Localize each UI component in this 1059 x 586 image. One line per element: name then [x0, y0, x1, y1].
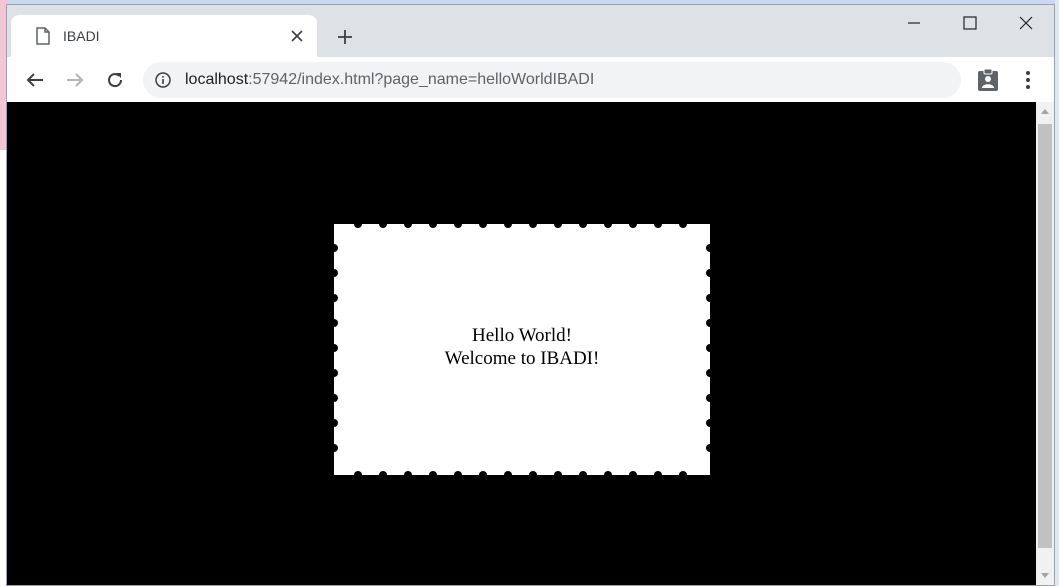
- more-vertical-icon: [1026, 71, 1030, 89]
- stamp-card: Hello World! Welcome to IBADI!: [334, 224, 710, 475]
- greeting-text: Hello World! Welcome to IBADI!: [334, 324, 710, 370]
- perforation-8: [454, 224, 462, 228]
- arrow-left-icon: [26, 73, 43, 87]
- tab-active[interactable]: IBADI: [11, 15, 317, 57]
- perforation-23: [629, 471, 637, 475]
- tab-title: IBADI: [63, 28, 100, 44]
- perforation-3: [379, 471, 387, 475]
- maximize-button[interactable]: [947, 7, 993, 39]
- reload-icon: [108, 73, 123, 88]
- perforation-41: [706, 394, 710, 402]
- perforation-25: [654, 471, 662, 475]
- browser-window: IBADI localhost:57942/index.html?page_na…: [6, 4, 1055, 586]
- desktop-background-right: [1055, 0, 1059, 586]
- perforation-7: [429, 471, 437, 475]
- menu-button[interactable]: [1013, 65, 1043, 95]
- browser-toolbar: localhost:57942/index.html?page_name=hel…: [7, 57, 1054, 104]
- perforation-5: [404, 471, 412, 475]
- perforation-39: [706, 369, 710, 377]
- perforation-31: [706, 269, 710, 277]
- perforation-0: [354, 224, 362, 228]
- perforation-1: [354, 471, 362, 475]
- forward-button[interactable]: [59, 64, 91, 96]
- url-path: :57942/index.html?page_name=helloWorldIB…: [248, 71, 595, 88]
- perforation-10: [479, 224, 487, 228]
- perforation-20: [604, 224, 612, 228]
- perforation-4: [404, 224, 412, 228]
- arrow-right-icon: [67, 73, 84, 87]
- perforation-45: [706, 444, 710, 452]
- url-host: localhost: [185, 71, 249, 88]
- minimize-icon: [908, 22, 920, 24]
- perforation-24: [654, 224, 662, 228]
- perforation-6: [429, 224, 437, 228]
- perforation-33: [706, 294, 710, 302]
- close-window-button[interactable]: [1003, 7, 1049, 39]
- perforation-21: [604, 471, 612, 475]
- reload-button[interactable]: [99, 64, 131, 96]
- welcome-line: Welcome to IBADI!: [444, 348, 600, 369]
- perforation-15: [529, 471, 537, 475]
- perforation-18: [579, 224, 587, 228]
- perforation-44: [334, 444, 338, 452]
- perforation-19: [579, 471, 587, 475]
- perforation-2: [379, 224, 387, 228]
- perforation-42: [334, 419, 338, 427]
- back-button[interactable]: [19, 64, 51, 96]
- perforation-40: [334, 394, 338, 402]
- scroll-up-arrow-icon[interactable]: [1036, 102, 1054, 120]
- clipboard-person-icon: [978, 68, 998, 91]
- vertical-scrollbar[interactable]: [1036, 102, 1054, 585]
- perforation-26: [679, 224, 687, 228]
- perforation-27: [679, 471, 687, 475]
- perforation-16: [554, 224, 562, 228]
- address-bar[interactable]: localhost:57942/index.html?page_name=hel…: [143, 62, 961, 98]
- perforation-13: [504, 471, 512, 475]
- perforation-38: [334, 369, 338, 377]
- perforation-28: [334, 244, 338, 252]
- url-text: localhost:57942/index.html?page_name=hel…: [185, 71, 594, 89]
- extension-button[interactable]: [973, 65, 1003, 95]
- new-tab-button[interactable]: [331, 23, 359, 51]
- perforation-22: [629, 224, 637, 228]
- perforation-30: [334, 269, 338, 277]
- plus-icon: [338, 30, 352, 44]
- title-bar[interactable]: IBADI: [7, 5, 1054, 57]
- perforation-9: [454, 471, 462, 475]
- perforation-17: [554, 471, 562, 475]
- scroll-down-arrow-icon[interactable]: [1036, 567, 1054, 585]
- hello-world-line: Hello World!: [472, 325, 572, 346]
- tab-close-icon[interactable]: [287, 26, 307, 46]
- perforation-14: [529, 224, 537, 228]
- perforation-11: [479, 471, 487, 475]
- maximize-icon: [963, 16, 977, 30]
- document-icon: [35, 27, 51, 45]
- page-viewport: Hello World! Welcome to IBADI!: [7, 102, 1036, 585]
- perforation-43: [706, 419, 710, 427]
- info-icon[interactable]: [155, 72, 171, 88]
- perforation-32: [334, 294, 338, 302]
- minimize-button[interactable]: [891, 7, 937, 39]
- perforation-29: [706, 244, 710, 252]
- close-icon: [1019, 16, 1033, 30]
- perforation-12: [504, 224, 512, 228]
- scrollbar-thumb[interactable]: [1038, 124, 1052, 548]
